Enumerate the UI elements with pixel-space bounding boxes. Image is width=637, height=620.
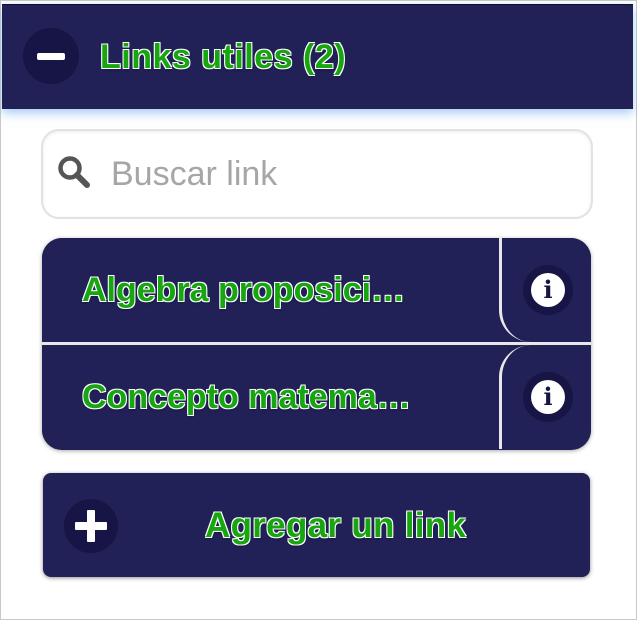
link-info-button[interactable]: i: [499, 238, 591, 342]
panel-title: Links utiles (2): [100, 38, 347, 76]
add-link-label: Agregar un link: [205, 506, 467, 545]
link-item-algebra[interactable]: Algebra proposici…: [42, 238, 497, 342]
links-list: Algebra proposici… i Concepto matema… i: [42, 238, 591, 450]
panel-header[interactable]: Links utiles (2): [2, 4, 633, 109]
plus-circle-icon: [64, 499, 118, 553]
collapse-icon[interactable]: [23, 28, 79, 84]
search-input[interactable]: [109, 149, 573, 199]
search-box: [41, 129, 593, 219]
info-icon: i: [523, 372, 573, 422]
list-item: Concepto matema… i: [42, 345, 591, 449]
list-item: Algebra proposici… i: [42, 238, 591, 342]
links-panel: Links utiles (2) Algebra proposici… i Co…: [0, 0, 637, 620]
add-link-button[interactable]: Agregar un link: [43, 473, 590, 577]
link-label: Concepto matema…: [82, 378, 411, 416]
link-info-button[interactable]: i: [499, 345, 591, 449]
link-label: Algebra proposici…: [82, 271, 406, 309]
info-icon: i: [523, 265, 573, 315]
link-item-concepto[interactable]: Concepto matema…: [42, 345, 497, 449]
search-icon: [58, 156, 90, 188]
